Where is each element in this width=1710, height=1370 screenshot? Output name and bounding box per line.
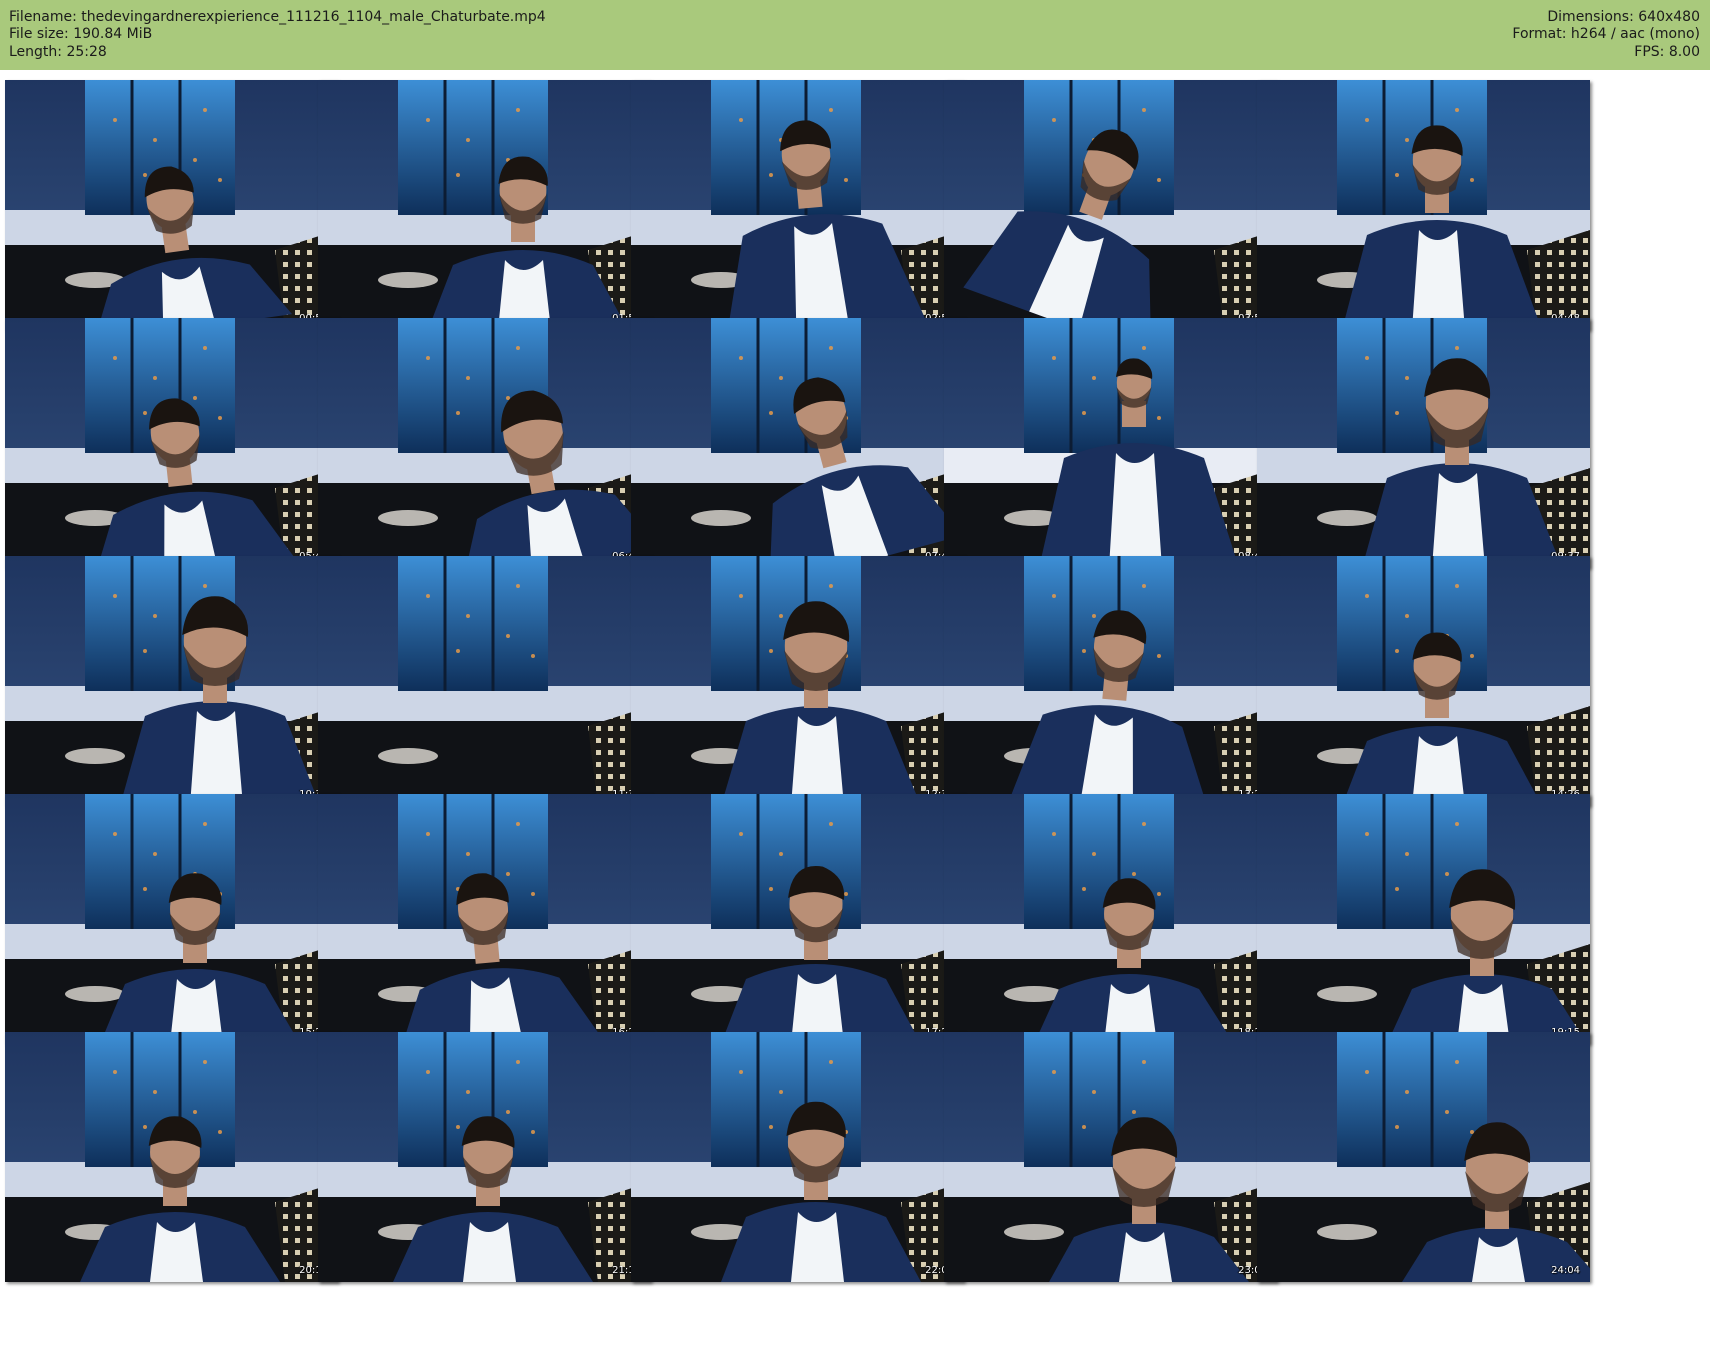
video-thumbnail: 16:22 [318,794,651,1044]
scene-image [5,318,338,568]
fps-text: FPS: 8.00 [1634,43,1700,60]
scene-image [631,794,964,1044]
video-thumbnail: 19:15 [1257,794,1590,1044]
scene-image [631,318,964,568]
dimensions-text: Dimensions: 640x480 [1547,9,1700,25]
scene-image [944,1032,1277,1282]
scene-image [631,556,964,806]
scene-image [944,556,1277,806]
video-thumbnail: 01:55 [318,80,651,330]
video-thumbnail: 05:46 [5,318,338,568]
scene-image [5,556,338,806]
length-text: Length: 25:28 [9,43,107,60]
scene-image [1257,318,1590,568]
scene-image [5,794,338,1044]
file-info: Filename: thedevingardnerexpierience_111… [9,9,546,61]
scene-image [1257,556,1590,806]
video-thumbnail: 02:53 [631,80,964,330]
video-thumbnail: 09:37 [1257,318,1590,568]
video-thumbnail: 03:51 [944,80,1277,330]
filesize-text: File size: 190.84 MiB [9,26,153,43]
scene-image [318,80,651,330]
video-thumbnail: 12:31 [631,556,964,806]
scene-image [5,80,338,330]
video-thumbnail: 24:04 [1257,1032,1590,1282]
video-thumbnail: 00:57 [5,80,338,330]
video-thumbnail: 17:20 [631,794,964,1044]
video-thumbnail: 07:42 [631,318,964,568]
video-thumbnail: 14:26 [1257,556,1590,806]
scene-image [1257,80,1590,330]
video-thumbnail: 06:44 [318,318,651,568]
video-thumbnail: 22:09 [631,1032,964,1282]
scene-image [944,80,1277,330]
scene-image [318,1032,651,1282]
video-thumbnail: 15:24 [5,794,338,1044]
thumbnail-grid: 00:57 [0,70,1710,1370]
scene-image [5,1032,338,1282]
scene-image [631,80,964,330]
video-thumbnail: 13:29 [944,556,1277,806]
scene-image [318,556,651,806]
timestamp-label: 24:04 [1551,1265,1580,1276]
video-thumbnail: 04:48 [1257,80,1590,330]
scene-image [318,318,651,568]
video-thumbnail: 21:11 [318,1032,651,1282]
media-info: Dimensions: 640x480 Format: h264 / aac (… [1512,9,1700,61]
info-header: Filename: thedevingardnerexpierience_111… [0,0,1710,70]
video-thumbnail: 20:13 [5,1032,338,1282]
format-text: Format: h264 / aac (mono) [1512,26,1700,43]
video-thumbnail: 23:07 [944,1032,1277,1282]
filename-text: Filename: thedevingardnerexpierience_111… [9,9,546,25]
scene-image [318,794,651,1044]
video-thumbnail: 11:33 [318,556,651,806]
scene-image [1257,794,1590,1044]
scene-image [944,318,1277,568]
scene-image [631,1032,964,1282]
video-thumbnail: 18:18 [944,794,1277,1044]
scene-image [944,794,1277,1044]
video-thumbnail: 08:40 [944,318,1277,568]
video-thumbnail: 10:35 [5,556,338,806]
scene-image [1257,1032,1590,1282]
